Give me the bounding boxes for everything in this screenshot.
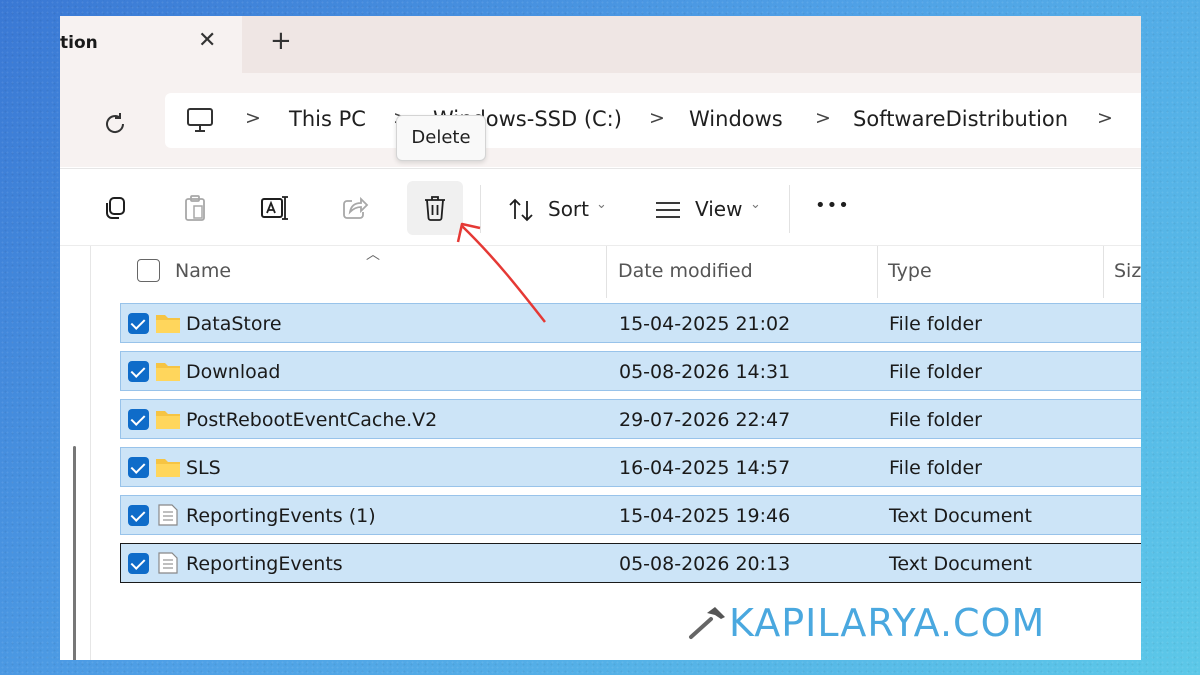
copy-icon bbox=[106, 197, 125, 219]
file-date: 16-04-2025 14:57 bbox=[619, 457, 791, 479]
select-all-checkbox[interactable] bbox=[137, 259, 160, 282]
close-tab-icon[interactable]: ✕ bbox=[198, 28, 216, 53]
hammer-icon bbox=[689, 607, 725, 639]
breadcrumb-separator[interactable]: > bbox=[815, 107, 831, 129]
folder-icon bbox=[156, 315, 180, 333]
share-button[interactable] bbox=[327, 181, 383, 235]
address-row: > This PC > Windows-SSD (C:) > Windows >… bbox=[60, 73, 1141, 167]
file-name: ReportingEvents (1) bbox=[186, 505, 376, 527]
file-row-download[interactable]: Download 05-08-2026 14:31 File folder bbox=[120, 351, 1141, 391]
breadcrumb-separator[interactable]: > bbox=[649, 107, 665, 129]
breadcrumb-separator[interactable]: > bbox=[1097, 107, 1113, 129]
file-type: Text Document bbox=[889, 553, 1032, 575]
file-type: File folder bbox=[889, 313, 982, 335]
breadcrumb[interactable]: > This PC > Windows-SSD (C:) > Windows >… bbox=[165, 93, 1141, 148]
file-name: PostRebootEventCache.V2 bbox=[186, 409, 438, 431]
file-type: File folder bbox=[889, 457, 982, 479]
copy-button[interactable] bbox=[87, 181, 143, 235]
tab-title: tion bbox=[60, 33, 98, 53]
folder-icon bbox=[156, 411, 180, 429]
row-checkbox[interactable] bbox=[128, 409, 149, 430]
refresh-icon[interactable] bbox=[102, 111, 128, 137]
more-options-button[interactable]: ••• bbox=[815, 195, 850, 216]
file-row-sls[interactable]: SLS 16-04-2025 14:57 File folder bbox=[120, 447, 1141, 487]
folder-icon bbox=[156, 459, 180, 477]
column-headers: ︿ Name Date modified Type Size bbox=[120, 246, 1141, 298]
sort-icon[interactable] bbox=[507, 197, 535, 223]
column-divider[interactable] bbox=[1103, 246, 1104, 298]
delete-button[interactable] bbox=[407, 181, 463, 235]
row-checkbox[interactable] bbox=[128, 313, 149, 334]
file-type: Text Document bbox=[889, 505, 1032, 527]
sort-chevron-down-icon[interactable]: ⌄ bbox=[596, 197, 607, 212]
file-name: DataStore bbox=[186, 313, 282, 335]
column-divider[interactable] bbox=[877, 246, 878, 298]
computer-icon[interactable] bbox=[185, 106, 215, 134]
share-icon bbox=[343, 196, 369, 219]
file-explorer-window: tion ✕ + > This PC > Windows-SSD (C:) > … bbox=[60, 16, 1141, 660]
paste-button[interactable] bbox=[167, 181, 223, 235]
folder-icon bbox=[156, 363, 180, 381]
column-header-size[interactable]: Size bbox=[1114, 260, 1141, 282]
file-row-reportingevents-1[interactable]: ReportingEvents (1) 15-04-2025 19:46 Tex… bbox=[120, 495, 1141, 535]
toolbar-divider bbox=[789, 185, 790, 233]
column-divider[interactable] bbox=[606, 246, 607, 298]
file-name: ReportingEvents bbox=[186, 553, 343, 575]
navigation-pane-border bbox=[90, 246, 91, 660]
breadcrumb-this-pc[interactable]: This PC bbox=[289, 107, 366, 131]
file-type: File folder bbox=[889, 361, 982, 383]
row-checkbox[interactable] bbox=[128, 361, 149, 382]
column-header-type[interactable]: Type bbox=[888, 260, 932, 282]
file-name: SLS bbox=[186, 457, 221, 479]
file-list-pane: ︿ Name Date modified Type Size DataStore… bbox=[60, 245, 1141, 660]
delete-tooltip: Delete bbox=[396, 115, 486, 161]
toolbar-divider bbox=[480, 185, 481, 233]
paste-icon bbox=[185, 195, 205, 221]
command-bar: Sort ⌄ View ⌄ ••• bbox=[60, 168, 1141, 244]
column-header-date-modified[interactable]: Date modified bbox=[618, 260, 753, 282]
rename-button[interactable] bbox=[247, 181, 303, 235]
watermark: KAPILARYA.COM bbox=[687, 601, 1045, 645]
view-chevron-down-icon[interactable]: ⌄ bbox=[750, 197, 761, 212]
column-header-name[interactable]: Name bbox=[175, 260, 231, 282]
breadcrumb-softwaredistribution[interactable]: SoftwareDistribution bbox=[853, 107, 1068, 131]
watermark-text: KAPILARYA.COM bbox=[729, 601, 1046, 645]
trash-icon bbox=[425, 196, 445, 221]
view-button[interactable]: View bbox=[695, 197, 742, 221]
tab-softwaredistribution[interactable]: tion ✕ bbox=[60, 16, 242, 73]
file-date: 05-08-2026 20:13 bbox=[619, 553, 791, 575]
text-document-icon bbox=[158, 552, 178, 574]
file-date: 15-04-2025 21:02 bbox=[619, 313, 791, 335]
new-tab-icon[interactable]: + bbox=[270, 26, 292, 56]
breadcrumb-separator[interactable]: > bbox=[245, 107, 261, 129]
text-document-icon bbox=[158, 504, 178, 526]
file-row-datastore[interactable]: DataStore 15-04-2025 21:02 File folder bbox=[120, 303, 1141, 343]
rename-icon bbox=[261, 196, 288, 220]
file-row-postrebooteventcache[interactable]: PostRebootEventCache.V2 29-07-2026 22:47… bbox=[120, 399, 1141, 439]
file-date: 29-07-2026 22:47 bbox=[619, 409, 791, 431]
row-checkbox[interactable] bbox=[128, 457, 149, 478]
breadcrumb-windows[interactable]: Windows bbox=[689, 107, 783, 131]
row-checkbox[interactable] bbox=[128, 553, 149, 574]
file-name: Download bbox=[186, 361, 281, 383]
file-date: 15-04-2025 19:46 bbox=[619, 505, 791, 527]
sort-button[interactable]: Sort bbox=[548, 197, 589, 221]
row-checkbox[interactable] bbox=[128, 505, 149, 526]
navigation-scrollbar[interactable] bbox=[73, 446, 76, 660]
view-icon[interactable] bbox=[654, 199, 682, 221]
sort-ascending-icon: ︿ bbox=[366, 247, 380, 263]
file-type: File folder bbox=[889, 409, 982, 431]
file-row-reportingevents[interactable]: ReportingEvents 05-08-2026 20:13 Text Do… bbox=[120, 543, 1141, 583]
file-date: 05-08-2026 14:31 bbox=[619, 361, 791, 383]
